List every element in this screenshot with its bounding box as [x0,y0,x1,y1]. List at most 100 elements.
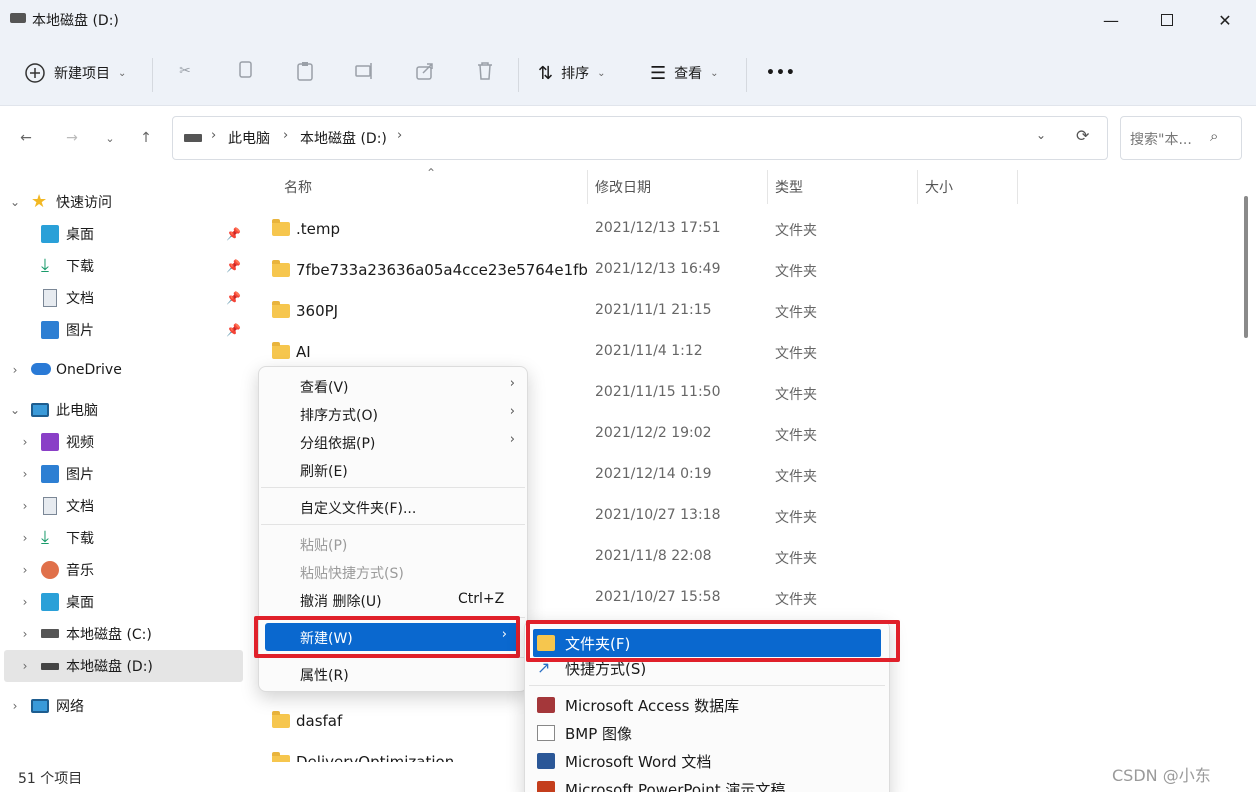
submenu-item-powerpoint[interactable]: Microsoft PowerPoint 演示文稿 [525,775,889,792]
refresh-icon[interactable]: ⟳ [1076,126,1089,145]
menu-item-refresh[interactable]: 刷新(E) [259,456,527,484]
sidebar-label: 此电脑 [56,403,98,419]
file-type: 文件夹 [775,305,817,321]
sidebar-item-drive-d[interactable]: › 本地磁盘 (D:) [4,650,243,682]
breadcrumb-this-pc[interactable]: 此电脑 [228,128,270,148]
copy-button[interactable] [232,58,258,84]
sidebar-label: 本地磁盘 (D:) [66,659,153,675]
recent-locations-button[interactable]: ⌄ [96,124,124,152]
menu-item-paste-shortcut: 粘贴快捷方式(S) [259,558,527,586]
share-button[interactable] [412,58,438,84]
submenu-item-bmp[interactable]: BMP 图像 [525,719,889,747]
powerpoint-icon [537,781,555,792]
sidebar-label: 视频 [66,435,94,451]
file-date: 2021/12/2 19:02 [595,425,712,441]
close-icon: ✕ [1218,10,1232,30]
column-header-type[interactable]: 类型 [775,170,803,204]
up-button[interactable]: ↑ [132,124,160,152]
column-header-size[interactable]: 大小 [925,170,953,204]
new-item-button[interactable]: 新建项目 ⌄ [24,56,126,90]
search-placeholder: 搜索"本... [1130,132,1192,148]
menu-label: 刷新(E) [300,464,348,480]
sidebar-quick-access[interactable]: ⌄ ★ 快速访问 [0,186,246,218]
sidebar-network[interactable]: › 网络 [0,690,246,722]
submenu-item-word[interactable]: Microsoft Word 文档 [525,747,889,775]
pin-icon[interactable]: 📌 [226,259,241,273]
submenu-item-access[interactable]: Microsoft Access 数据库 [525,691,889,719]
file-row[interactable]: 360PJ 2021/11/1 21:15 文件夹 [270,294,1230,335]
column-divider[interactable] [767,170,768,204]
sidebar-item-documents[interactable]: 文档 📌 [0,282,246,314]
chevron-right-icon: › [12,363,18,377]
file-date: 2021/11/1 21:15 [595,302,712,318]
file-row[interactable]: 7fbe733a23636a05a4cce23e5764e1fb 2021/12/… [270,253,1230,294]
minimize-icon: — [1103,10,1119,30]
arrow-up-icon: ↑ [140,130,152,146]
sidebar-item-videos[interactable]: › 视频 [0,426,246,458]
close-button[interactable]: ✕ [1194,0,1256,40]
sidebar-item-pc-pictures[interactable]: › 图片 [0,458,246,490]
column-header-date[interactable]: 修改日期 [595,170,651,204]
rename-button[interactable] [352,58,378,84]
chevron-right-icon: › [22,531,28,545]
clipboard-icon [297,62,313,81]
sidebar-label: 图片 [66,323,94,339]
chevron-right-icon: › [22,563,28,577]
chevron-right-icon: › [22,659,28,673]
sidebar-label: 图片 [66,467,94,483]
address-dropdown-icon[interactable]: ⌄ [1036,128,1046,142]
menu-item-customize-folder[interactable]: 自定义文件夹(F)... [259,493,527,521]
file-row[interactable]: .temp 2021/12/13 17:51 文件夹 [270,212,1230,253]
title-bar [0,0,1256,40]
view-list-icon: ☰ [650,62,667,84]
sidebar-item-desktop[interactable]: 桌面 📌 [0,218,246,250]
view-button[interactable]: ☰ 查看 ⌄ [650,56,719,90]
menu-item-sort[interactable]: 排序方式(O) › [259,400,527,428]
music-icon [41,561,59,579]
trash-icon [478,62,492,80]
pin-icon[interactable]: 📌 [226,323,241,337]
sidebar-item-downloads[interactable]: ⤓ 下载 📌 [0,250,246,282]
column-divider[interactable] [587,170,588,204]
chevron-down-icon: ⌄ [105,131,115,145]
menu-item-undo-delete[interactable]: 撤消 删除(U) Ctrl+Z [259,586,527,614]
sidebar-onedrive[interactable]: › OneDrive [0,354,246,386]
chevron-right-icon: › [22,595,28,609]
minimize-button[interactable]: — [1080,0,1142,40]
sidebar-item-pictures[interactable]: 图片 📌 [0,314,246,346]
file-date: 2021/10/27 13:18 [595,507,721,523]
maximize-button[interactable] [1136,0,1198,40]
menu-item-view[interactable]: 查看(V) › [259,372,527,400]
chevron-right-icon: › [509,376,515,391]
menu-item-properties[interactable]: 属性(R) [259,660,527,688]
breadcrumb-drive-d[interactable]: 本地磁盘 (D:) [300,128,387,148]
back-button[interactable]: ← [12,124,40,152]
file-name: DeliveryOptimization [296,753,455,762]
menu-label: 排序方式(O) [300,408,378,424]
sidebar-item-pc-documents[interactable]: › 文档 [0,490,246,522]
cut-button[interactable]: ✂ [172,58,198,84]
chevron-down-icon: ⌄ [118,67,127,79]
sort-ascending-icon: ⌃ [426,166,437,180]
sidebar-item-pc-desktop[interactable]: › 桌面 [0,586,246,618]
chevron-right-icon: › [211,128,217,143]
sidebar-item-music[interactable]: › 音乐 [0,554,246,586]
pin-icon[interactable]: 📌 [226,291,241,305]
sidebar-this-pc[interactable]: ⌄ 此电脑 [0,394,246,426]
sidebar-item-drive-c[interactable]: › 本地磁盘 (C:) [0,618,246,650]
sort-button[interactable]: ⇅ 排序 ⌄ [538,56,605,90]
arrow-right-icon: → [66,130,78,146]
column-divider[interactable] [917,170,918,204]
desktop-icon [41,225,59,243]
vertical-scrollbar-thumb[interactable] [1244,196,1248,338]
delete-button[interactable] [472,58,498,84]
sidebar-item-pc-downloads[interactable]: › ⤓ 下载 [0,522,246,554]
forward-button[interactable]: → [58,124,86,152]
menu-item-group[interactable]: 分组依据(P) › [259,428,527,456]
more-button[interactable]: ••• [766,56,796,90]
pin-icon[interactable]: 📌 [226,227,241,241]
paste-button[interactable] [292,58,318,84]
column-header-name[interactable]: 名称 [284,170,312,204]
column-divider[interactable] [1017,170,1018,204]
folder-icon [272,752,290,762]
